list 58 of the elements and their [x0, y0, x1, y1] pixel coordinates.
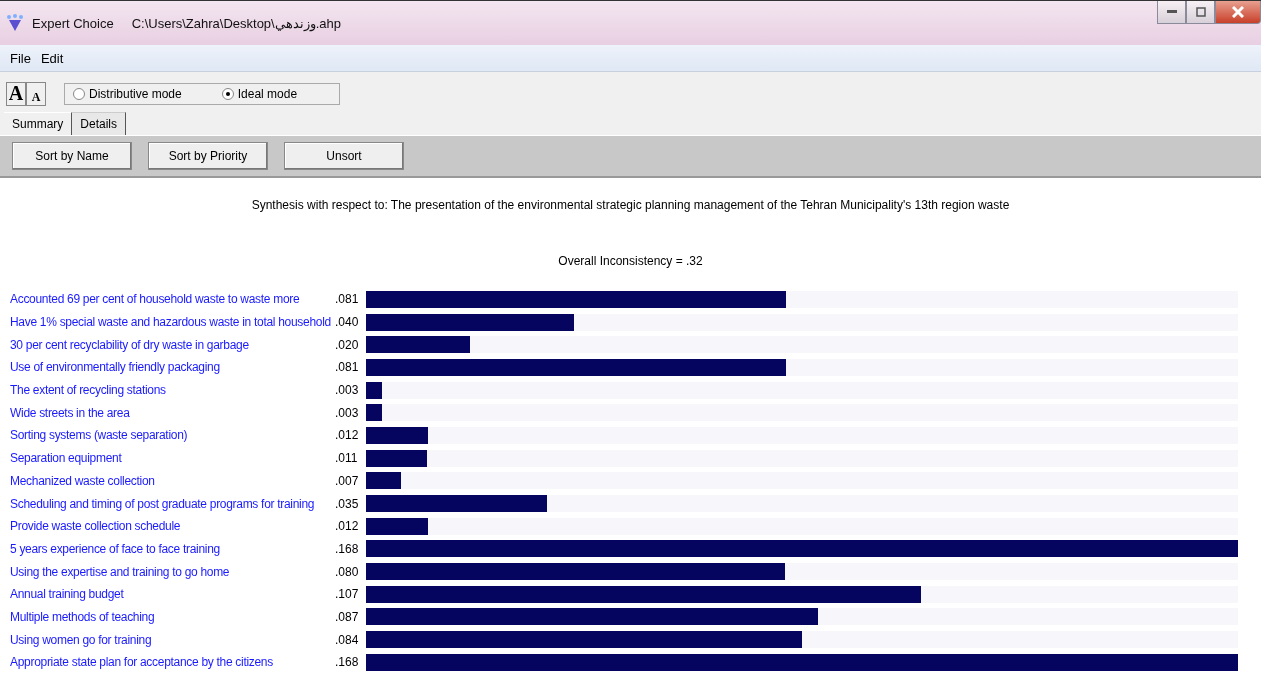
criterion-label: Accounted 69 per cent of household waste to waste more — [10, 292, 301, 307]
maximize-button[interactable] — [1186, 1, 1215, 24]
criterion-label: Scheduling and timing of post graduate programs for training — [10, 496, 316, 511]
priority-value: .020 — [335, 337, 360, 352]
criterion-label: Wide streets in the area — [10, 405, 131, 420]
criterion-label: Provide waste collection schedule — [10, 519, 182, 534]
priority-value: .081 — [335, 292, 360, 307]
radio-button[interactable] — [221, 88, 234, 100]
criterion-label: Separation equipment — [10, 451, 123, 466]
criterion-label: Have 1% special waste and hazardous waste in total household — [10, 315, 332, 330]
minimize-button[interactable] — [1157, 1, 1186, 24]
priority-value: .011 — [335, 451, 359, 466]
criterion-label: Multiple methods of teaching — [10, 609, 156, 624]
criterion-label: The extent of recycling stations — [10, 383, 167, 398]
synthesis-heading: Synthesis with respect to: The presentation of the environmental strategic planning management of the Tehran Municipality's 13th region waste — [250, 198, 1011, 212]
criterion-label: Using the expertise and training to go home — [10, 564, 231, 579]
priority-value: .035 — [335, 496, 360, 511]
priority-value: .107 — [335, 587, 360, 602]
criterion-label: Sorting systems (waste separation) — [10, 428, 189, 443]
priority-value: .012 — [335, 519, 360, 534]
priority-value: .168 — [335, 655, 360, 670]
criterion-label: Using women go for training — [10, 632, 153, 647]
app-name: Expert Choice — [32, 15, 114, 31]
priority-value: .168 — [335, 541, 360, 556]
priority-value: .081 — [335, 360, 360, 375]
inconsistency-text: Overall Inconsistency = .32 — [557, 254, 704, 268]
priority-value: .080 — [335, 564, 360, 579]
priority-value: .084 — [335, 632, 360, 647]
criterion-label: Appropriate state plan for acceptance by the citizens — [10, 655, 274, 670]
radio-label[interactable]: Ideal mode — [237, 87, 298, 101]
radio-button[interactable] — [73, 88, 85, 100]
tab[interactable]: Summary — [4, 112, 73, 135]
priority-value: .003 — [335, 405, 360, 420]
increase-font-button[interactable]: A — [6, 82, 26, 106]
sort-button[interactable]: Sort by Name — [12, 142, 132, 170]
close-button[interactable] — [1215, 1, 1261, 24]
priority-value: .040 — [335, 315, 360, 330]
close-icon — [1232, 6, 1244, 18]
app-logo-icon — [6, 14, 24, 32]
window-title: C:\Users\Zahra\Desktop\وزندهي.ahp — [131, 15, 341, 31]
criterion-label: Mechanized waste collection — [10, 473, 156, 488]
criterion-label: 5 years experience of face to face training — [10, 541, 221, 556]
decrease-font-button[interactable]: A — [26, 82, 46, 106]
minimize-icon — [1166, 10, 1177, 14]
sort-button[interactable]: Sort by Priority — [148, 142, 268, 170]
priority-value: .007 — [335, 473, 360, 488]
menu-item[interactable]: File — [10, 50, 31, 66]
menu-item[interactable]: Edit — [40, 50, 64, 66]
priority-value: .012 — [335, 428, 360, 443]
radio-label[interactable]: Distributive mode — [89, 87, 182, 101]
priority-value: .003 — [335, 383, 360, 398]
sort-button[interactable]: Unsort — [284, 142, 404, 170]
criterion-label: 30 per cent recyclability of dry waste in garbage — [10, 337, 250, 352]
criterion-label: Annual training budget — [10, 587, 125, 602]
priority-value: .087 — [335, 609, 360, 624]
maximize-icon — [1195, 7, 1206, 17]
tab[interactable]: Details — [72, 112, 127, 135]
criterion-label: Use of environmentally friendly packaging — [10, 360, 221, 375]
